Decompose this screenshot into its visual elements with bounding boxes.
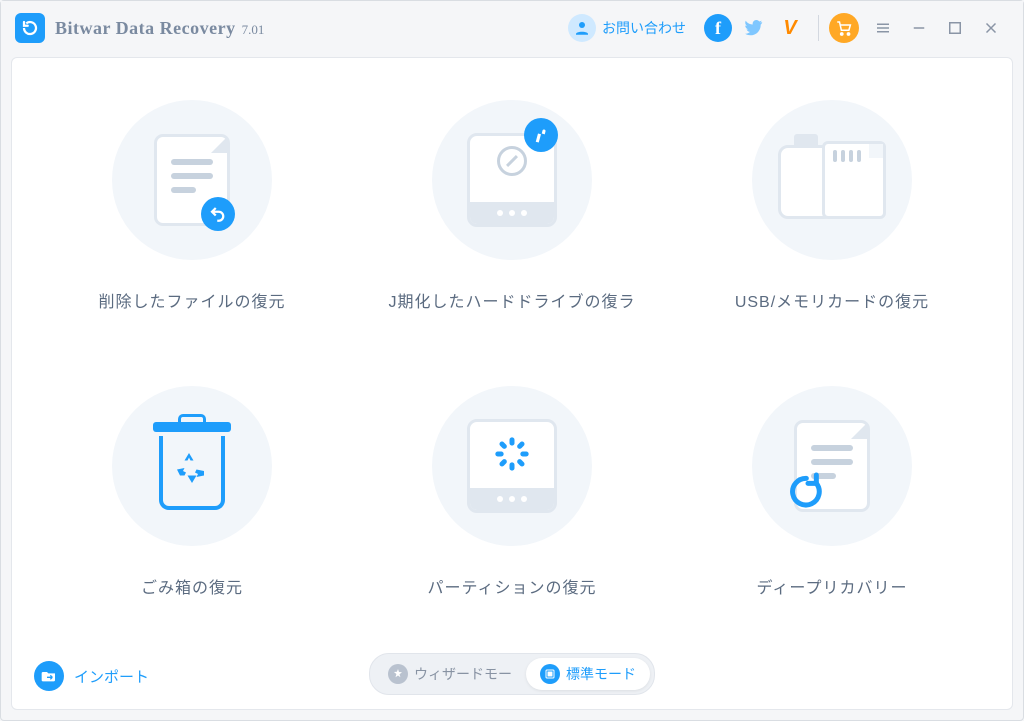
tile-label: ディープリカバリー bbox=[757, 574, 908, 598]
v-icon[interactable]: V bbox=[776, 14, 804, 42]
tile-illustration bbox=[432, 386, 592, 546]
tile-label: J期化したハードドライブの復ラ bbox=[388, 288, 635, 312]
wizard-mode-icon bbox=[388, 664, 408, 684]
title-bar: Bitwar Data Recovery 7.01 お問い合わせ f V bbox=[1, 1, 1023, 55]
undo-badge-icon bbox=[201, 197, 235, 231]
mode-standard[interactable]: 標準モード bbox=[526, 658, 650, 690]
titlebar-divider bbox=[818, 15, 819, 41]
tile-recycle-bin[interactable]: ごみ箱の復元 bbox=[32, 374, 352, 640]
tile-label: ごみ箱の復元 bbox=[141, 574, 243, 598]
facebook-icon[interactable]: f bbox=[704, 14, 732, 42]
contact-label: お問い合わせ bbox=[602, 18, 686, 38]
recycle-bin-icon bbox=[153, 422, 231, 510]
folder-import-icon bbox=[34, 661, 64, 691]
document-return-icon bbox=[797, 423, 867, 509]
tile-deep-recovery[interactable]: ディープリカバリー bbox=[672, 374, 992, 640]
mode-wizard-label: ウィザードモー bbox=[414, 664, 512, 684]
tile-illustration bbox=[432, 100, 592, 260]
import-label: インポート bbox=[74, 666, 149, 687]
tile-illustration bbox=[112, 386, 272, 546]
mode-standard-label: 標準モード bbox=[566, 664, 636, 684]
recovery-options-grid: 削除したファイルの復元 J期化したハードドライブの復ラ bbox=[32, 88, 992, 639]
mode-wizard[interactable]: ウィザードモー bbox=[374, 658, 526, 690]
cart-button[interactable] bbox=[829, 13, 859, 43]
tile-partition[interactable]: パーティションの復元 bbox=[352, 374, 672, 640]
tile-label: パーティションの復元 bbox=[427, 574, 596, 598]
minimize-button[interactable] bbox=[901, 10, 937, 46]
maximize-button[interactable] bbox=[937, 10, 973, 46]
tile-illustration bbox=[752, 386, 912, 546]
tile-label: 削除したファイルの復元 bbox=[98, 288, 285, 312]
contact-link[interactable]: お問い合わせ bbox=[568, 14, 686, 42]
close-button[interactable] bbox=[973, 10, 1009, 46]
main-panel: 削除したファイルの復元 J期化したハードドライブの復ラ bbox=[11, 57, 1013, 710]
tile-label: USB/メモリカードの復元 bbox=[735, 288, 929, 312]
sd-card-icon bbox=[822, 141, 886, 219]
document-icon bbox=[157, 137, 227, 223]
tile-usb-memory-card[interactable]: USB/メモリカードの復元 bbox=[672, 88, 992, 354]
drive-loading-icon bbox=[467, 419, 557, 513]
tile-deleted-files[interactable]: 削除したファイルの復元 bbox=[32, 88, 352, 354]
twitter-icon[interactable] bbox=[740, 14, 768, 42]
app-window: Bitwar Data Recovery 7.01 お問い合わせ f V bbox=[0, 0, 1024, 721]
app-version: 7.01 bbox=[242, 22, 265, 38]
app-title: Bitwar Data Recovery bbox=[55, 18, 236, 39]
menu-button[interactable] bbox=[865, 10, 901, 46]
tile-illustration bbox=[752, 100, 912, 260]
tile-illustration bbox=[112, 100, 272, 260]
app-logo-icon bbox=[15, 13, 45, 43]
mode-toggle: ウィザードモー 標準モード bbox=[369, 653, 655, 695]
contact-icon bbox=[568, 14, 596, 42]
standard-mode-icon bbox=[540, 664, 560, 684]
import-button[interactable]: インポート bbox=[34, 661, 149, 691]
clean-badge-icon bbox=[524, 118, 558, 152]
tile-formatted-drive[interactable]: J期化したハードドライブの復ラ bbox=[352, 88, 672, 354]
